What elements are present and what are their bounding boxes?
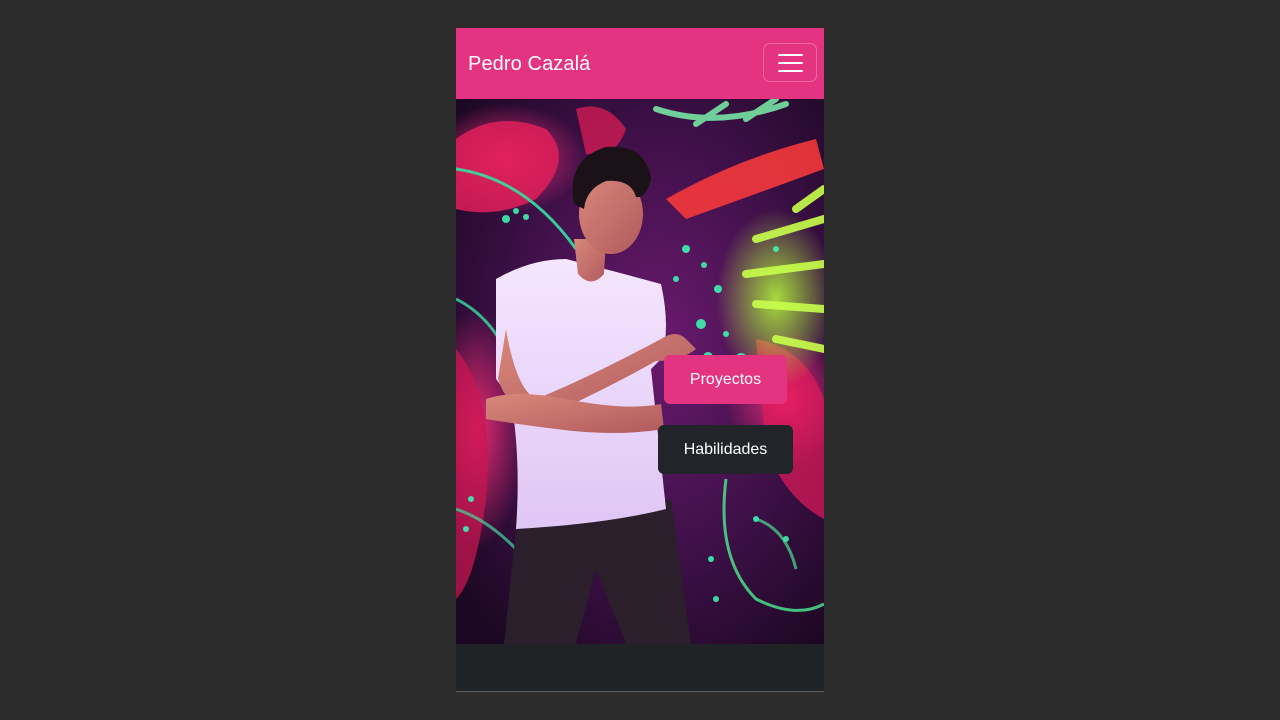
menu-toggle-button[interactable] (763, 43, 817, 82)
brand-link[interactable]: Pedro Cazalá (468, 52, 590, 76)
navbar: Pedro Cazalá (456, 28, 824, 99)
footer (456, 644, 824, 692)
skills-button[interactable]: Habilidades (658, 425, 793, 474)
mobile-viewport: Pedro Cazalá Proyectos Habilidades (456, 28, 824, 692)
hamburger-menu-icon (778, 54, 803, 72)
hero-section: Proyectos Habilidades (456, 99, 824, 644)
projects-button[interactable]: Proyectos (664, 355, 787, 404)
